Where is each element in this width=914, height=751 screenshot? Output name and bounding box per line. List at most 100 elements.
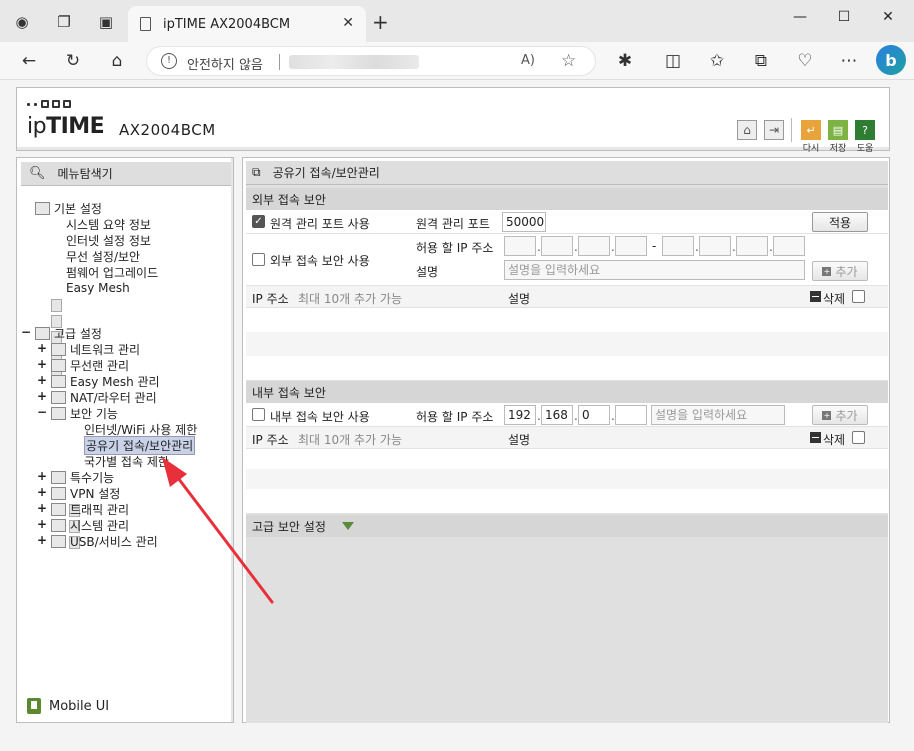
tree-traffic[interactable]: + 트래픽 관리: [37, 501, 129, 517]
tree-router-access-security[interactable]: 공유기 접속/보안관리: [69, 435, 196, 533]
expand-icon[interactable]: +: [37, 389, 47, 404]
tree-easy-mesh-mgmt[interactable]: + Easy Mesh 관리: [37, 373, 160, 389]
int-ip-1[interactable]: 192: [504, 405, 536, 425]
advanced-security-header[interactable]: 고급 보안 설정: [246, 515, 888, 537]
address-bar[interactable]: ! 안전하지 않음 A) ☆: [146, 46, 596, 76]
tree-usb-service[interactable]: + USB/서비스 관리: [37, 533, 158, 549]
collapse-icon[interactable]: −: [21, 325, 31, 340]
ext-ip-end-1[interactable]: [662, 236, 694, 256]
network-icon: [51, 342, 66, 356]
remote-port-input[interactable]: 50000: [502, 212, 546, 232]
new-tab-button[interactable]: +: [372, 10, 389, 34]
external-section-header: 외부 접속 보안: [246, 188, 888, 210]
tab-actions-icon[interactable]: ▣: [94, 10, 118, 34]
tree-label: Easy Mesh: [66, 281, 130, 295]
expand-icon[interactable]: +: [37, 469, 47, 484]
more-menu-icon[interactable]: ⋯: [836, 48, 862, 74]
int-ip-3[interactable]: 0: [578, 405, 610, 425]
tree-advanced-settings[interactable]: − 고급 설정: [21, 325, 102, 341]
favorite-star-icon[interactable]: ☆: [561, 51, 576, 71]
tree-vpn[interactable]: + VPN 설정: [37, 485, 120, 501]
expand-triangle-icon[interactable]: [342, 522, 354, 530]
ext-delete-label[interactable]: 삭제: [823, 290, 845, 307]
expand-icon[interactable]: +: [37, 357, 47, 372]
ext-ip-start-2[interactable]: [541, 236, 573, 256]
workspaces-icon[interactable]: ❐: [52, 10, 76, 34]
back-icon[interactable]: ←: [16, 48, 42, 74]
external-access-checkbox[interactable]: [252, 253, 265, 266]
ext-ip-end-2[interactable]: [699, 236, 731, 256]
int-select-all-checkbox[interactable]: [852, 431, 865, 444]
int-list-empty-row: [246, 489, 888, 513]
tab-router[interactable]: ipTIME AX2004BCM ✕: [128, 6, 366, 42]
apply-button[interactable]: 적용: [812, 212, 868, 232]
ext-ip-start-1[interactable]: [504, 236, 536, 256]
expand-icon[interactable]: +: [37, 501, 47, 516]
tree-security[interactable]: − 보안 기능: [37, 405, 118, 421]
ext-ip-start-4[interactable]: [615, 236, 647, 256]
external-access-checkbox-label: 외부 접속 보안 사용: [270, 254, 370, 268]
browser-toolbar: ← ↻ ⌂ ! 안전하지 않음 A) ☆ ✱ ◫ ✩ ⧉ ♡ ⋯ b: [0, 42, 914, 80]
split-screen-icon[interactable]: ◫: [660, 48, 686, 74]
expand-icon[interactable]: +: [37, 533, 47, 548]
tree-country-block[interactable]: 국가별 접속 제한: [69, 453, 169, 549]
reset-icon[interactable]: ↵: [801, 120, 821, 140]
minimize-button[interactable]: —: [780, 4, 820, 30]
expand-icon[interactable]: +: [37, 341, 47, 356]
special-icon: [51, 470, 66, 484]
main-panel: ⧉ 공유기 접속/보안관리 외부 접속 보안 ✓ 원격 관리 포트 사용 원격 …: [242, 157, 890, 723]
tree-system[interactable]: + 시스템 관리: [37, 517, 129, 533]
tree-basic-settings[interactable]: 기본 설정: [35, 200, 102, 216]
tree-easy-mesh[interactable]: Easy Mesh: [51, 280, 130, 376]
logout-icon[interactable]: ⇥: [764, 120, 784, 140]
profile-icon[interactable]: ◉: [10, 10, 34, 34]
copilot-icon[interactable]: b: [876, 45, 906, 75]
collections-icon[interactable]: ⧉: [748, 48, 774, 74]
tab-close-icon[interactable]: ✕: [342, 15, 354, 31]
tree-internet-info[interactable]: 인터넷 설정 정보: [51, 232, 151, 328]
home-button-icon[interactable]: ⌂: [737, 120, 757, 140]
ext-ip-end-4[interactable]: [773, 236, 805, 256]
tree-system-summary[interactable]: 시스템 요약 정보: [51, 216, 151, 312]
read-aloud-icon[interactable]: A): [521, 53, 535, 68]
tree-wireless-security[interactable]: 무선 설정/보안: [51, 248, 140, 344]
maximize-button[interactable]: ☐: [824, 4, 864, 30]
extensions-icon[interactable]: ✱: [612, 48, 638, 74]
internal-access-checkbox[interactable]: [252, 408, 265, 421]
address-separator: [279, 54, 280, 70]
tree-special[interactable]: + 특수기능: [37, 469, 114, 485]
home-icon[interactable]: ⌂: [104, 48, 130, 74]
collapse-icon[interactable]: −: [37, 405, 47, 420]
ext-select-all-checkbox[interactable]: [852, 290, 865, 303]
main-header: ⧉ 공유기 접속/보안관리: [246, 161, 888, 185]
favorites-icon[interactable]: ✩: [704, 48, 730, 74]
int-ip-2[interactable]: 168: [541, 405, 573, 425]
refresh-icon[interactable]: ↻: [60, 48, 86, 74]
expand-icon[interactable]: +: [37, 485, 47, 500]
ext-ip-start-3[interactable]: [578, 236, 610, 256]
int-delete-label[interactable]: 삭제: [823, 431, 845, 448]
tree-label: NAT/라우터 관리: [70, 390, 157, 405]
not-secure-icon[interactable]: !: [161, 53, 177, 69]
ext-desc-input[interactable]: 설명을 입력하세요: [504, 260, 805, 280]
int-desc-input[interactable]: 설명을 입력하세요: [651, 405, 785, 425]
browser-essentials-icon[interactable]: ♡: [792, 48, 818, 74]
int-ip-4[interactable]: [615, 405, 647, 425]
tree-firmware-upgrade[interactable]: 펌웨어 업그레이드: [51, 264, 158, 360]
int-add-button[interactable]: + 추가: [812, 405, 868, 425]
window-icon: ⧉: [252, 165, 261, 179]
tree-wireless[interactable]: + 무선랜 관리: [37, 357, 129, 373]
ext-add-button[interactable]: + 추가: [812, 261, 868, 281]
remote-port-checkbox[interactable]: ✓: [252, 215, 265, 228]
save-icon[interactable]: ▤: [828, 120, 848, 140]
expand-icon[interactable]: +: [37, 373, 47, 388]
tree-network[interactable]: + 네트워크 관리: [37, 341, 140, 357]
ext-ip-end-3[interactable]: [736, 236, 768, 256]
int-list-empty-row: [246, 449, 888, 469]
close-window-button[interactable]: ✕: [868, 4, 908, 30]
mobile-ui-link[interactable]: Mobile UI: [27, 698, 109, 714]
expand-icon[interactable]: +: [37, 517, 47, 532]
logo-ip: ip: [27, 114, 47, 139]
tree-nat-router[interactable]: + NAT/라우터 관리: [37, 389, 157, 405]
help-icon[interactable]: ?: [855, 120, 875, 140]
